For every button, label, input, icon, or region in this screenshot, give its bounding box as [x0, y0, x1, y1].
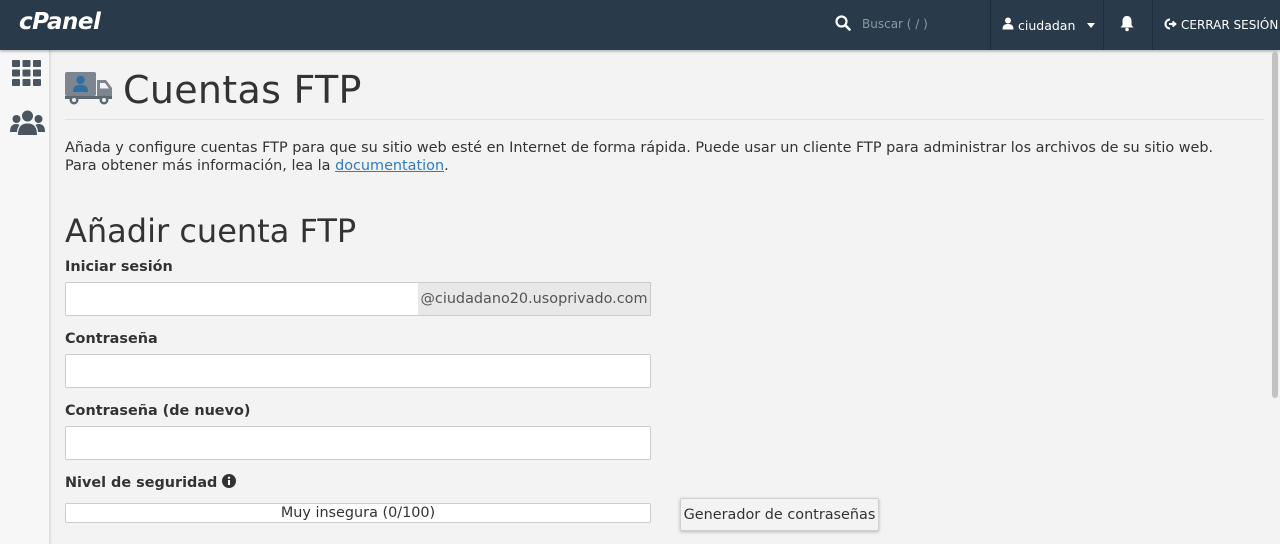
bell-icon[interactable]: [1119, 15, 1135, 36]
users-icon[interactable]: [10, 110, 45, 140]
scrollbar-thumb[interactable]: [1272, 52, 1278, 398]
logout-icon: [1164, 18, 1177, 33]
navbar-divider: [1103, 0, 1104, 50]
strength-label-text: Nivel de seguridad: [65, 475, 218, 491]
password-again-label-text: Contraseña (de nuevo): [65, 403, 251, 419]
password-label: Contraseña: [65, 331, 158, 347]
page-header: Cuentas FTP: [65, 68, 362, 112]
grid-icon[interactable]: [12, 60, 41, 90]
cpanel-logo[interactable]: cPanel: [19, 9, 101, 35]
password-input[interactable]: [65, 354, 651, 388]
strength-label: Nivel de seguridad: [65, 474, 237, 492]
navbar-divider: [1152, 0, 1153, 50]
page-description: Añada y configure cuentas FTP para que s…: [65, 139, 1235, 175]
ftp-truck-icon: [65, 70, 113, 110]
strength-text: Muy insegura (0/100): [280, 505, 436, 521]
section-title: Añadir cuenta FTP: [65, 212, 357, 250]
password-generator-button[interactable]: Generador de contraseñas: [680, 498, 879, 531]
user-icon: [1002, 17, 1014, 33]
page-title: Cuentas FTP: [123, 68, 362, 112]
domain-suffix: @ciudadano20.usoprivado.com: [418, 282, 651, 316]
user-menu[interactable]: ciudadan: [1002, 0, 1096, 50]
user-name: ciudadan: [1018, 17, 1076, 33]
search-input[interactable]: [855, 12, 985, 36]
navbar-divider: [990, 0, 991, 50]
password-label-text: Contraseña: [65, 331, 158, 347]
search-icon[interactable]: [835, 15, 851, 35]
description-end: .: [444, 158, 449, 174]
login-label: Iniciar sesión: [65, 259, 173, 275]
login-input[interactable]: [65, 282, 419, 316]
login-label-text: Iniciar sesión: [65, 259, 173, 275]
description-text: Añada y configure cuentas FTP para que s…: [65, 140, 1214, 174]
header-divider: [65, 119, 1264, 120]
chevron-down-icon: [1087, 22, 1096, 28]
info-icon[interactable]: [222, 474, 237, 492]
sidebar: [0, 50, 50, 544]
password-again-label: Contraseña (de nuevo): [65, 403, 250, 419]
password-strength-meter: Muy insegura (0/100): [65, 503, 651, 523]
top-navbar: cPanel ciudadan CERRAR SESIÓN: [0, 0, 1280, 50]
logout-button[interactable]: CERRAR SESIÓN: [1164, 0, 1278, 50]
password-again-input[interactable]: [65, 426, 651, 460]
logout-label: CERRAR SESIÓN: [1181, 18, 1279, 32]
documentation-link[interactable]: documentation: [335, 158, 444, 174]
